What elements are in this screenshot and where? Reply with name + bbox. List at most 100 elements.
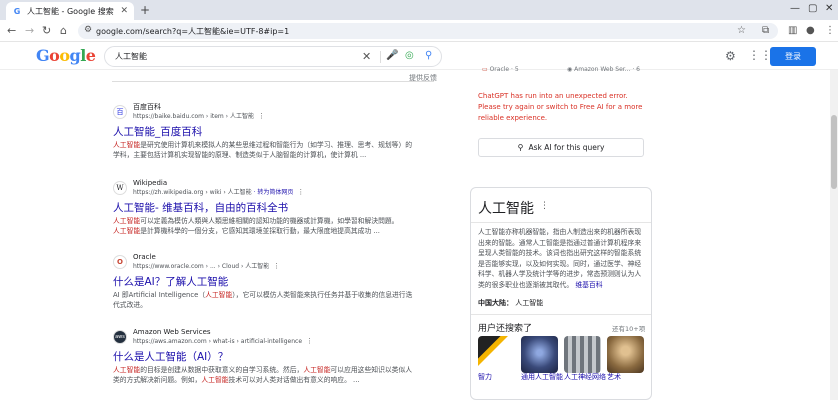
snippet-highlight: 人工智能 <box>303 366 331 374</box>
search-icon: ⚲ <box>517 143 524 152</box>
more-options-icon[interactable]: ⋮ <box>273 262 280 270</box>
result-title[interactable]: 人工智能_百度百科 <box>113 125 413 139</box>
browser-toolbar: ← → ↻ ⌂ ⚙ google.com/search?q=人工智能&ie=UT… <box>0 20 838 42</box>
extensions-icon[interactable]: ⧉ <box>762 25 769 36</box>
divider <box>471 314 651 315</box>
wikipedia-favicon-icon: W <box>113 181 127 195</box>
result-snippet: 人工智能的目标是创建从数据中获取意义的自学习系统。然后，人工智能可以应用这些知识… <box>113 365 413 385</box>
site-info-icon[interactable]: ⚙ <box>84 25 92 35</box>
more-options-icon[interactable]: ⋮ <box>540 201 549 211</box>
snippet-highlight: 人工智能 <box>201 376 229 384</box>
close-tab-icon[interactable]: ✕ <box>120 6 128 16</box>
snippet-highlight: 人工智能 <box>113 141 141 149</box>
result-url[interactable]: https://www.oracle.com › ... › Cloud › 人… <box>133 263 269 270</box>
snippet-text: 技术可以对人类对话做出有意义的响应。 ... <box>228 376 360 384</box>
search-divider <box>380 51 381 63</box>
translate-link[interactable]: · 转为简体网页 <box>252 189 294 196</box>
tab-title: 人工智能 - Google 搜索 <box>27 6 114 16</box>
related-thumb-neural-network[interactable] <box>564 336 601 373</box>
related-label[interactable]: 艺术 <box>607 373 649 382</box>
menu-icon[interactable]: ⋮ <box>825 25 835 36</box>
home-icon[interactable]: ⌂ <box>60 24 67 37</box>
forward-icon[interactable]: → <box>25 24 34 37</box>
related-thumb-art[interactable] <box>607 336 644 373</box>
snippet-text: 的目标是创建从数据中获取意义的自学习系统。然后， <box>140 366 304 374</box>
result-site[interactable]: Amazon Web Services <box>133 328 313 337</box>
browser-tab[interactable]: G 人工智能 - Google 搜索 ✕ <box>6 2 134 20</box>
snippet-highlight: 人工智能 <box>113 217 141 225</box>
aws-favicon-icon: aws <box>113 330 127 344</box>
snippet-text: 可以定義為模仿人類與人類思維相關的認知功能的機器或計算機，如學習和解決問題。 <box>140 217 399 225</box>
address-url: google.com/search?q=人工智能&ie=UTF-8#ip=1 <box>96 26 290 36</box>
search-result: W Wikipedia https://zh.wikipedia.org › w… <box>113 179 413 236</box>
voice-search-icon[interactable]: 🎤 <box>386 50 398 61</box>
related-thumb-intelligence[interactable] <box>478 336 515 373</box>
google-header: Google 人工智能 ✕ 🎤 ◎ ⚲ ⚙ ⋮⋮ 登录 <box>0 42 838 70</box>
chip-label: Amazon Web Ser... · 6 <box>574 66 640 73</box>
ai-error-message: ChatGPT has run into an unexpected error… <box>478 92 643 122</box>
maximize-icon[interactable]: ▢ <box>808 3 817 14</box>
oracle-chip-icon: ▭ <box>482 66 490 73</box>
lens-icon[interactable]: ◎ <box>405 50 414 61</box>
search-result: 百 百度百科 https://baike.baidu.com › item › … <box>113 103 413 160</box>
back-icon[interactable]: ← <box>7 24 16 37</box>
tab-bar: G 人工智能 - Google 搜索 ✕ + — ▢ ✕ <box>0 0 838 20</box>
login-button[interactable]: 登录 <box>770 47 816 66</box>
result-title[interactable]: 什么是AI？了解人工智能 <box>113 275 413 289</box>
bookmark-star-icon[interactable]: ☆ <box>737 25 746 36</box>
search-query: 人工智能 <box>115 52 147 61</box>
sidepanel-icon[interactable]: ▥ <box>788 25 797 36</box>
more-options-icon[interactable]: ⋮ <box>297 188 304 196</box>
source-chip[interactable]: ◉ Amazon Web Ser... · 6 <box>567 66 640 76</box>
oracle-favicon-icon: O <box>113 255 127 269</box>
feedback-link[interactable]: 提供反馈 <box>409 73 437 83</box>
related-label[interactable]: 智力 <box>478 373 520 382</box>
search-result: aws Amazon Web Services https://aws.amaz… <box>113 328 413 385</box>
google-logo[interactable]: Google <box>36 46 96 65</box>
result-site[interactable]: Oracle <box>133 253 280 262</box>
apps-grid-icon[interactable]: ⋮⋮ <box>748 48 772 62</box>
result-url[interactable]: https://baike.baidu.com › item › 人工智能 <box>133 113 254 120</box>
related-label[interactable]: 通用人工智能 <box>521 373 563 382</box>
baidu-favicon-icon: 百 <box>113 105 127 119</box>
more-options-icon[interactable]: ⋮ <box>258 112 265 120</box>
clear-search-icon[interactable]: ✕ <box>362 50 371 63</box>
address-bar[interactable]: ⚙ google.com/search?q=人工智能&ie=UTF-8#ip=1 <box>78 23 778 39</box>
minimize-icon[interactable]: — <box>790 3 800 14</box>
google-favicon-icon: G <box>13 6 21 16</box>
new-tab-button[interactable]: + <box>140 3 150 17</box>
result-site[interactable]: Wikipedia <box>133 179 304 188</box>
wikipedia-link[interactable]: 维基百科 <box>575 281 602 289</box>
result-snippet: 人工智能可以定義為模仿人類與人類思維相關的認知功能的機器或計算機，如學習和解決問… <box>113 216 413 236</box>
related-thumb-agi[interactable] <box>521 336 558 373</box>
fact-label: 中国大陆： <box>478 299 513 307</box>
ask-ai-button[interactable]: ⚲ Ask AI for this query <box>478 138 644 157</box>
result-title[interactable]: 什么是人工智能（AI）？ <box>113 350 413 364</box>
result-title[interactable]: 人工智能- 维基百科，自由的百科全书 <box>113 201 413 215</box>
result-url[interactable]: https://aws.amazon.com › what-is › artif… <box>133 338 302 345</box>
knowledge-fact: 中国大陆： 人工智能 <box>478 298 543 308</box>
search-input[interactable]: 人工智能 ✕ 🎤 ◎ ⚲ <box>104 46 442 67</box>
divider <box>471 222 651 223</box>
snippet-text: AI 即Artificial Intelligence（ <box>113 291 206 299</box>
reload-icon[interactable]: ↻ <box>42 24 51 37</box>
snippet-highlight: 人工智能 <box>113 227 141 235</box>
profile-icon[interactable]: ● <box>806 25 815 36</box>
result-site[interactable]: 百度百科 <box>133 103 265 112</box>
snippet-text: 是研究使用计算机来模拟人的某些思维过程和智能行为（如学习、推理、思考、规划等）的… <box>113 141 413 159</box>
related-label[interactable]: 人工神经网络 <box>564 373 606 382</box>
result-url[interactable]: https://zh.wikipedia.org › wiki › 人工智能 <box>133 189 252 196</box>
more-related-link[interactable]: 还有10+项 <box>612 323 645 333</box>
close-window-icon[interactable]: ✕ <box>825 3 833 14</box>
snippet-highlight: 人工智能 <box>113 366 141 374</box>
more-options-icon[interactable]: ⋮ <box>306 337 313 345</box>
settings-gear-icon[interactable]: ⚙ <box>725 49 736 63</box>
knowledge-description: 人工智能亦称机器智能，指由人制造出来的机器所表现出来的智能。通常人工智能是指通过… <box>478 227 646 290</box>
result-snippet: AI 即Artificial Intelligence（人工智能），它可以模仿人… <box>113 290 413 310</box>
search-icon[interactable]: ⚲ <box>425 50 432 61</box>
source-chip[interactable]: ▭ Oracle · 5 <box>482 66 519 76</box>
scrollbar-thumb[interactable] <box>831 115 837 189</box>
knowledge-title: 人工智能 <box>478 201 534 217</box>
fact-value: 人工智能 <box>515 299 544 307</box>
result-snippet: 人工智能是研究使用计算机来模拟人的某些思维过程和智能行为（如学习、推理、思考、规… <box>113 140 413 160</box>
